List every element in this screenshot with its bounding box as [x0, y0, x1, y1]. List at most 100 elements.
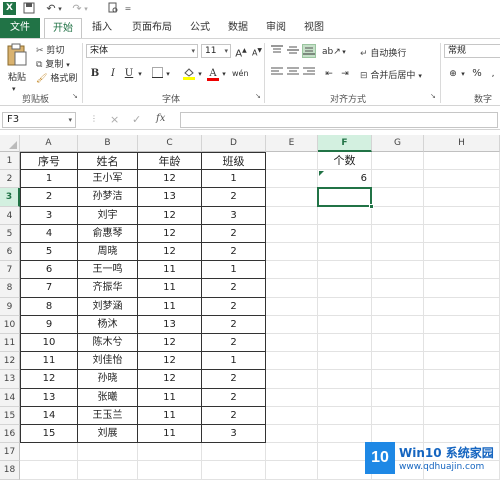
cell-h9[interactable] — [424, 297, 500, 316]
font-color-icon[interactable]: A — [206, 67, 220, 81]
bold-button[interactable]: B — [88, 67, 102, 81]
row-header-2[interactable]: 2 — [0, 170, 20, 189]
row-header-7[interactable]: 7 — [0, 261, 20, 280]
cell-h6[interactable] — [424, 243, 500, 262]
cell-g1[interactable] — [372, 152, 424, 171]
cell-g9[interactable] — [372, 297, 424, 316]
row-header-1[interactable]: 1 — [0, 152, 20, 171]
cancel-entry-button[interactable]: × — [110, 113, 119, 126]
column-header-f[interactable]: F — [318, 135, 372, 152]
row-header-9[interactable]: 9 — [0, 297, 20, 316]
cell-c3[interactable]: 13 — [138, 188, 202, 207]
cell-a18[interactable] — [20, 461, 78, 480]
row-header-16[interactable]: 16 — [0, 425, 20, 444]
cell-f18[interactable] — [318, 461, 372, 480]
cell-c14[interactable]: 11 — [138, 388, 202, 407]
cell-d12[interactable]: 1 — [202, 352, 266, 371]
cell-a15[interactable]: 14 — [20, 406, 78, 425]
cell-h15[interactable] — [424, 406, 500, 425]
row-header-3[interactable]: 3 — [0, 188, 20, 207]
cell-e7[interactable] — [266, 261, 318, 280]
cell-a1[interactable]: 序号 — [20, 152, 78, 171]
row-header-4[interactable]: 4 — [0, 206, 20, 225]
tab-page-layout[interactable]: 页面布局 — [126, 18, 178, 38]
orientation-dropdown-icon[interactable]: ▾ — [340, 45, 348, 59]
cell-h12[interactable] — [424, 352, 500, 371]
cell-g3[interactable] — [372, 188, 424, 207]
cell-a6[interactable]: 5 — [20, 243, 78, 262]
cut-button[interactable]: ✂ 剪切 — [36, 43, 64, 56]
cell-f14[interactable] — [318, 388, 372, 407]
cell-b3[interactable]: 孙梦洁 — [78, 188, 138, 207]
cell-g4[interactable] — [372, 206, 424, 225]
cell-f5[interactable] — [318, 224, 372, 243]
tab-home[interactable]: 开始 — [44, 18, 82, 38]
cell-f3[interactable] — [318, 188, 372, 207]
name-box[interactable]: F3 ▾ — [2, 112, 76, 128]
cell-d5[interactable]: 2 — [202, 224, 266, 243]
cell-a3[interactable]: 2 — [20, 188, 78, 207]
cell-c6[interactable]: 12 — [138, 243, 202, 262]
print-preview-icon[interactable] — [106, 2, 120, 16]
cell-e18[interactable] — [266, 461, 318, 480]
cell-c7[interactable]: 11 — [138, 261, 202, 280]
cell-e14[interactable] — [266, 388, 318, 407]
cell-c10[interactable]: 13 — [138, 315, 202, 334]
underline-button[interactable]: U — [122, 67, 136, 81]
align-top-icon[interactable] — [270, 45, 284, 59]
cell-d10[interactable]: 2 — [202, 315, 266, 334]
cell-b5[interactable]: 俞惠琴 — [78, 224, 138, 243]
cell-e2[interactable] — [266, 170, 318, 189]
cell-c17[interactable] — [138, 443, 202, 462]
customize-toolbar-icon[interactable]: = — [124, 2, 132, 16]
tab-view[interactable]: 视图 — [296, 18, 332, 38]
cell-f4[interactable] — [318, 206, 372, 225]
italic-button[interactable]: I — [106, 67, 120, 81]
cell-b6[interactable]: 周晓 — [78, 243, 138, 262]
cell-b18[interactable] — [78, 461, 138, 480]
align-left-icon[interactable] — [270, 67, 284, 81]
cell-c8[interactable]: 11 — [138, 279, 202, 298]
cell-c18[interactable] — [138, 461, 202, 480]
cell-f12[interactable] — [318, 352, 372, 371]
cell-e17[interactable] — [266, 443, 318, 462]
cell-f6[interactable] — [318, 243, 372, 262]
cell-f15[interactable] — [318, 406, 372, 425]
cell-g15[interactable] — [372, 406, 424, 425]
column-header-a[interactable]: A — [20, 135, 78, 152]
cell-d2[interactable]: 1 — [202, 170, 266, 189]
fill-handle[interactable] — [369, 203, 374, 209]
phonetic-icon[interactable]: wén — [232, 67, 249, 81]
cell-a14[interactable]: 13 — [20, 388, 78, 407]
cell-a5[interactable]: 4 — [20, 224, 78, 243]
cell-g12[interactable] — [372, 352, 424, 371]
cell-c9[interactable]: 11 — [138, 297, 202, 316]
worksheet-grid[interactable]: A B C D E F G H 1 序号 姓名 年龄 班级 个数 2 1 王小军 12 1 6 3 2 孙梦洁 13 2 4 3 刘宇… — [0, 135, 500, 480]
cell-h7[interactable] — [424, 261, 500, 280]
cell-e3[interactable] — [266, 188, 318, 207]
cell-e13[interactable] — [266, 370, 318, 389]
row-header-18[interactable]: 18 — [0, 461, 20, 480]
cell-e8[interactable] — [266, 279, 318, 298]
tab-review[interactable]: 审阅 — [258, 18, 294, 38]
alignment-launcher-icon[interactable]: ↘ — [430, 92, 436, 100]
border-icon[interactable] — [150, 67, 164, 81]
cell-h4[interactable] — [424, 206, 500, 225]
cell-c2[interactable]: 12 — [138, 170, 202, 189]
cell-f10[interactable] — [318, 315, 372, 334]
orientation-icon[interactable]: ab↗ — [322, 45, 341, 59]
cell-c11[interactable]: 12 — [138, 334, 202, 353]
copy-dropdown-icon[interactable]: ▾ — [66, 61, 70, 69]
formula-input[interactable] — [180, 112, 498, 128]
row-header-10[interactable]: 10 — [0, 315, 20, 334]
border-dropdown-icon[interactable]: ▾ — [164, 67, 172, 81]
cell-d7[interactable]: 1 — [202, 261, 266, 280]
cell-b2[interactable]: 王小军 — [78, 170, 138, 189]
paste-dropdown-icon[interactable]: ▾ — [12, 85, 16, 93]
cell-e16[interactable] — [266, 425, 318, 444]
cell-e5[interactable] — [266, 224, 318, 243]
cell-e12[interactable] — [266, 352, 318, 371]
cell-a12[interactable]: 11 — [20, 352, 78, 371]
cell-b15[interactable]: 王玉兰 — [78, 406, 138, 425]
currency-dropdown-icon[interactable]: ▾ — [459, 67, 467, 81]
